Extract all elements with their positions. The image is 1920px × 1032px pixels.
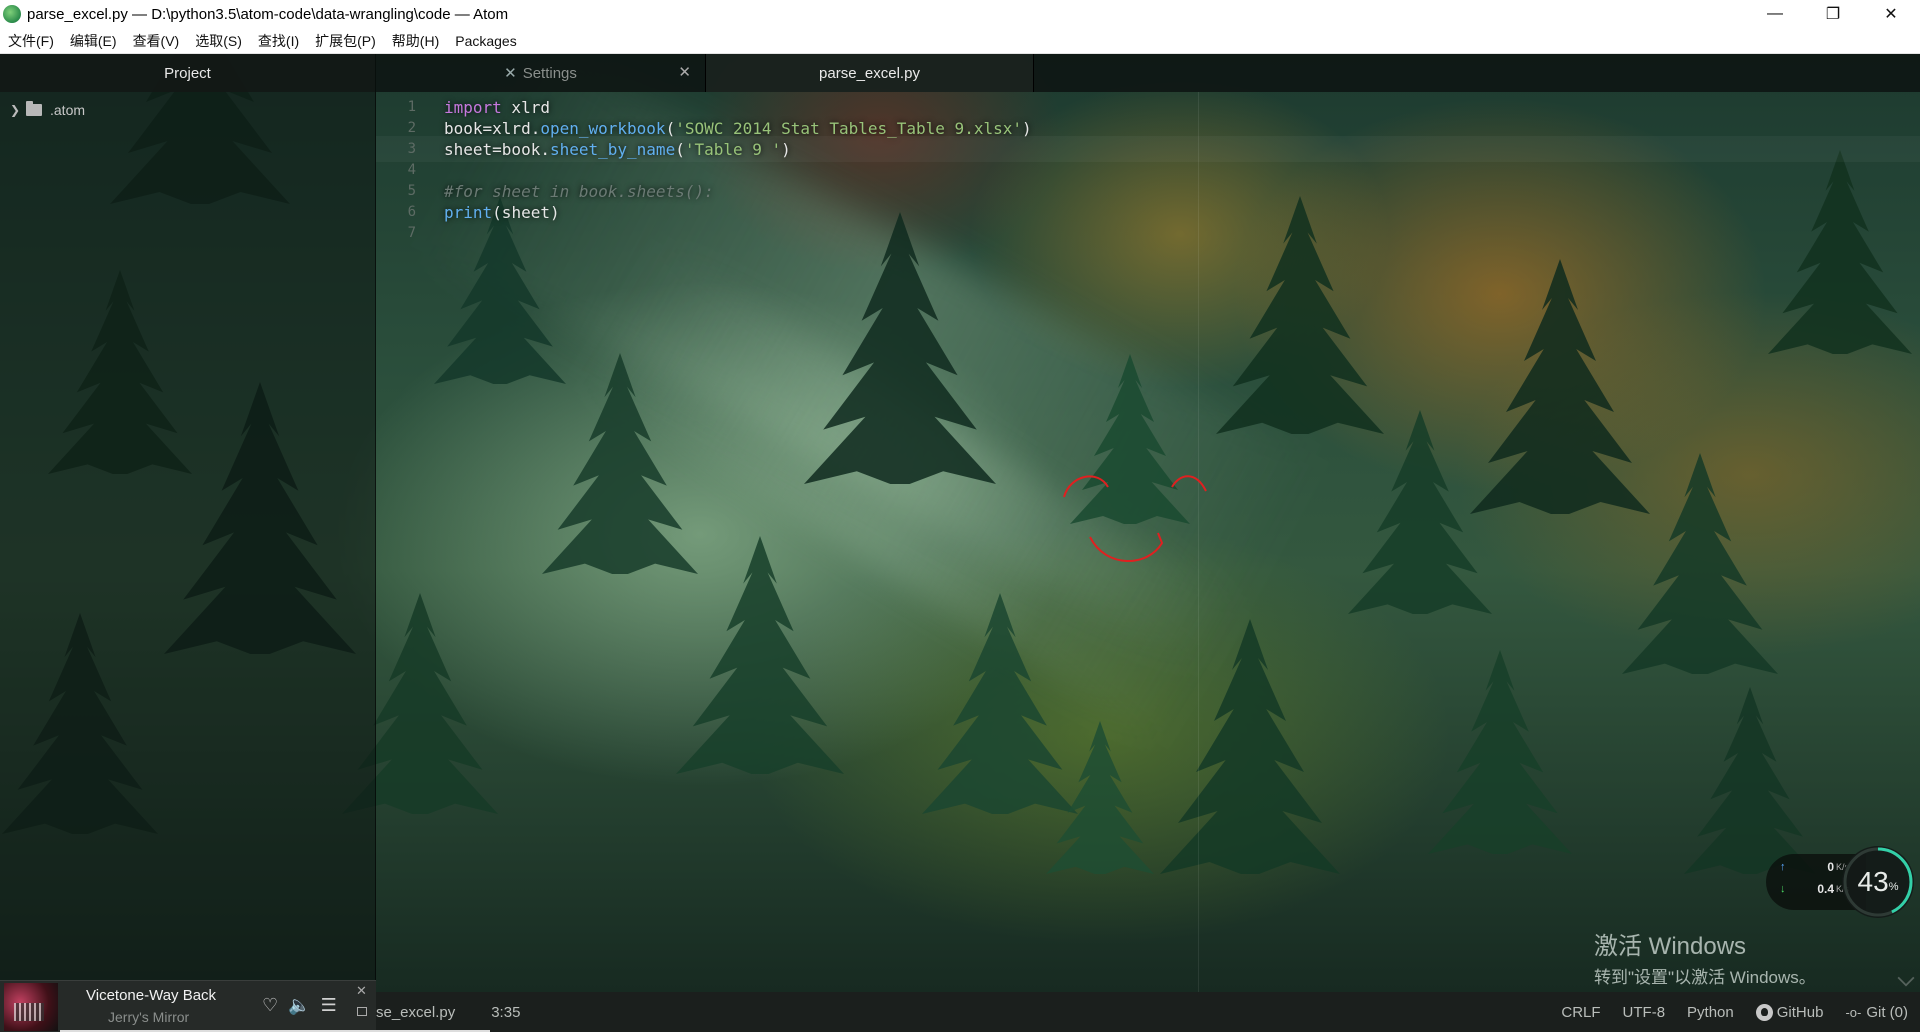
menu-packages-cn[interactable]: 扩展包(P) (307, 31, 384, 51)
smiley-right-eye (1171, 475, 1207, 492)
code-token: import (444, 97, 502, 117)
heart-icon[interactable]: ♡ (262, 995, 278, 1016)
line-number[interactable]: 7 (376, 225, 428, 241)
code-token: sheet_by_name (549, 139, 676, 159)
code-text: print(sheet) (428, 203, 560, 222)
git-label: Git (0) (1866, 1003, 1908, 1021)
tree-item-label: .atom (50, 102, 86, 118)
status-file-path[interactable]: se_excel.py (376, 1004, 455, 1021)
github-label: GitHub (1776, 1003, 1824, 1021)
folder-icon (26, 101, 42, 116)
activate-windows-watermark: 激活 Windows 转到"设置"以激活 Windows。 (1594, 926, 1816, 988)
menu-selection[interactable]: 选取(S) (187, 31, 250, 51)
line-number[interactable]: 3 (376, 141, 428, 157)
status-git[interactable]: -o- Git (0) (1845, 1004, 1908, 1021)
code-editor[interactable]: 1 import xlrd 2 book=xlrd.open_workbook('SO… (376, 92, 1920, 992)
code-text: #for sheet in book.sheets(): (428, 182, 714, 201)
line-number[interactable]: 1 (376, 99, 428, 115)
volume-icon[interactable]: 🔈 (288, 995, 310, 1016)
status-line-ending[interactable]: CRLF (1561, 1004, 1600, 1021)
code-token: 'Table 9 ' (684, 139, 782, 159)
player-controls: ♡ 🔈 ☰ (262, 995, 337, 1016)
menu-bar: 文件(F) 编辑(E) 查看(V) 选取(S) 查找(I) 扩展包(P) 帮助(… (0, 28, 1920, 54)
line-number[interactable]: 2 (376, 120, 428, 136)
line-number[interactable]: 5 (376, 183, 428, 199)
code-text: import xlrd (428, 98, 550, 117)
line-number[interactable]: 4 (376, 162, 428, 178)
code-token: open_workbook (540, 118, 666, 138)
upload-arrow-icon: ↑ (1780, 861, 1786, 873)
code-text: sheet=book.sheet_by_name('Table 9 ') (428, 140, 791, 159)
atom-app-icon (3, 5, 21, 23)
tab-parse-excel[interactable]: parse_excel.py (706, 54, 1034, 92)
minimize-player-icon[interactable] (357, 1007, 367, 1016)
music-mini-player[interactable]: Vicetone-Way Back Jerry's Mirror ♡ 🔈 ☰ ✕ (0, 980, 490, 1032)
project-panel: Project ❯ .atom (0, 54, 376, 992)
minimize-button[interactable]: — (1746, 0, 1804, 28)
status-cursor-position[interactable]: 3:35 (491, 1004, 520, 1021)
network-monitor-widget[interactable]: ↑ 0 K/s ↓ 0.4 K/s 43% (1766, 846, 1914, 918)
download-value: 0.4 (1817, 882, 1834, 896)
activate-subtitle: 转到"设置"以激活 Windows。 (1594, 968, 1816, 987)
status-right: CRLF UTF-8 Python GitHub -o- Git (0) (1539, 992, 1908, 1032)
tab-bar: ✕ Settings ✕ parse_excel.py (376, 54, 1920, 92)
code-token: sheet=book. (444, 139, 550, 159)
upload-speed: ↑ 0 K/s (1780, 860, 1849, 874)
status-github[interactable]: GitHub (1755, 1003, 1824, 1021)
download-arrow-icon: ↓ (1780, 883, 1786, 895)
tab-settings-label: Settings (522, 64, 577, 82)
download-speed: ↓ 0.4 K/s (1780, 882, 1849, 896)
tab-parse-excel-label: parse_excel.py (819, 64, 920, 82)
upload-value: 0 (1827, 860, 1834, 874)
status-left: se_excel.py 3:35 (376, 992, 556, 1032)
line-number[interactable]: 6 (376, 204, 428, 220)
code-token: xlrd (501, 97, 550, 117)
smiley-mouth (1089, 532, 1164, 562)
smiley-left-eye (1063, 475, 1109, 498)
settings-icon: ✕ (504, 65, 517, 82)
activate-title: 激活 Windows (1594, 933, 1747, 960)
code-token: ) (1021, 118, 1032, 138)
status-encoding[interactable]: UTF-8 (1623, 1004, 1666, 1021)
code-token: #for sheet in book.sheets(): (444, 181, 714, 201)
window-titlebar: parse_excel.py — D:\python3.5\atom-code\… (0, 0, 1920, 28)
code-token: (sheet) (492, 202, 560, 222)
window-controls: — ❐ ✕ (1746, 0, 1920, 28)
github-icon (1755, 1003, 1773, 1021)
song-artist: Jerry's Mirror (108, 1009, 190, 1025)
tab-settings[interactable]: ✕ Settings ✕ (376, 54, 706, 92)
restore-button[interactable]: ❐ (1804, 0, 1862, 28)
tree-item-atom-folder[interactable]: ❯ .atom (0, 96, 375, 124)
menu-edit[interactable]: 编辑(E) (62, 31, 125, 51)
menu-help[interactable]: 帮助(H) (384, 31, 447, 51)
menu-file[interactable]: 文件(F) (0, 31, 62, 51)
project-panel-header: Project (0, 54, 375, 92)
code-line[interactable]: 7 (376, 220, 1920, 246)
playlist-icon[interactable]: ☰ (321, 995, 337, 1016)
song-title: Vicetone-Way Back (86, 987, 217, 1004)
smiley-doodle (1063, 475, 1207, 562)
close-player-icon[interactable]: ✕ (356, 983, 367, 999)
cpu-ring (1843, 847, 1913, 917)
close-tab-icon[interactable]: ✕ (678, 63, 691, 81)
git-commit-icon: -o- (1845, 1004, 1862, 1020)
code-token: print (444, 202, 493, 222)
chevron-right-icon[interactable]: ❯ (10, 103, 26, 117)
code-token: ) (781, 139, 791, 159)
menu-packages[interactable]: Packages (447, 33, 524, 49)
code-token: 'SOWC 2014 Stat Tables_Table 9.xlsx' (675, 118, 1022, 138)
code-text: book=xlrd.open_workbook('SOWC 2014 Stat … (428, 119, 1032, 138)
album-cover[interactable] (4, 983, 58, 1031)
code-token: ( (665, 118, 676, 138)
status-grammar[interactable]: Python (1687, 1004, 1734, 1021)
window-title: parse_excel.py — D:\python3.5\atom-code\… (27, 5, 509, 23)
menu-view[interactable]: 查看(V) (125, 31, 188, 51)
code-token: ( (675, 139, 685, 159)
code-token: book=xlrd. (444, 118, 541, 138)
menu-find[interactable]: 查找(I) (250, 31, 307, 51)
close-window-button[interactable]: ✕ (1862, 0, 1920, 28)
